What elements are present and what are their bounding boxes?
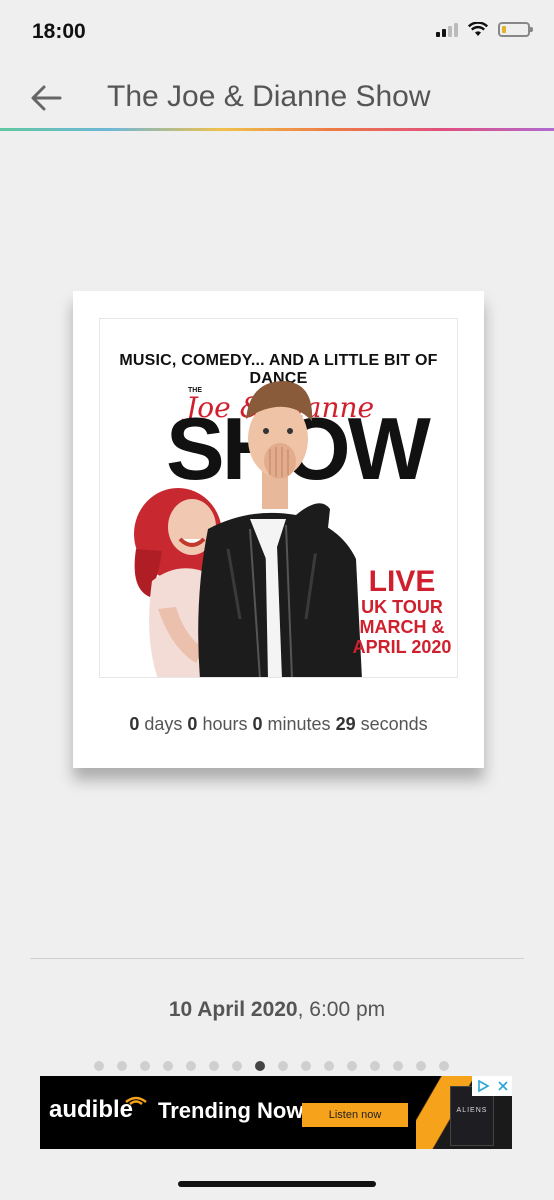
home-indicator[interactable] [178,1181,376,1187]
page-dot[interactable] [163,1061,173,1071]
page-dot[interactable] [439,1061,449,1071]
countdown-hours: 0 [187,714,198,734]
countdown-seconds-label: seconds [360,714,428,734]
page-dot[interactable] [278,1061,288,1071]
page-indicator[interactable] [94,1061,449,1071]
countdown-minutes-label: minutes [267,714,331,734]
poster-tour-line-2: MARCH & [359,617,445,637]
ad-choices-icon[interactable] [476,1079,490,1093]
audible-swoosh-icon [125,1096,147,1106]
status-time: 18:00 [32,20,86,43]
status-icons [436,22,533,37]
page-dot[interactable] [255,1061,265,1071]
app-header: The Joe & Dianne Show [0,66,554,130]
countdown-days: 0 [129,714,140,734]
ad-banner[interactable]: audible Trending Now Listen now ALIENS [40,1076,512,1149]
ad-brand-logo: audible [49,1096,134,1123]
event-poster: MUSIC, COMEDY... AND A LITTLE BIT OF DAN… [99,318,458,678]
close-icon[interactable] [497,1080,509,1092]
poster-live: LIVE [368,565,436,598]
countdown-hours-label: hours [202,714,248,734]
page-dot[interactable] [324,1061,334,1071]
signal-icon [436,22,458,37]
page-dot[interactable] [94,1061,104,1071]
poster-tour-info: LIVE UK TOUR MARCH & APRIL 2020 [352,565,452,658]
countdown-minutes: 0 [252,714,263,734]
poster-tour-line-3: APRIL 2020 [352,637,452,657]
page-title: The Joe & Dianne Show [107,80,431,113]
countdown: 0 days 0 hours 0 minutes 29 seconds [73,714,484,735]
page-dot[interactable] [186,1061,196,1071]
poster-tour-line-1: UK TOUR [361,597,443,617]
page-dot[interactable] [301,1061,311,1071]
status-bar: 18:00 [0,0,554,66]
ad-listen-button[interactable]: Listen now [302,1103,408,1127]
page-dot[interactable] [117,1061,127,1071]
countdown-seconds: 29 [335,714,356,734]
divider [30,958,524,959]
back-button[interactable] [26,80,66,116]
event-card[interactable]: MUSIC, COMEDY... AND A LITTLE BIT OF DAN… [73,291,484,768]
battery-icon [498,22,533,37]
page-dot[interactable] [416,1061,426,1071]
page-dot[interactable] [140,1061,150,1071]
header-accent-bar [0,128,554,131]
event-date-day: 10 April 2020 [168,998,298,1021]
wifi-icon [468,22,488,36]
ad-headline: Trending Now [158,1098,304,1123]
countdown-days-label: days [144,714,183,734]
ad-controls [472,1076,512,1096]
arrow-left-icon [31,85,62,111]
page-dot[interactable] [393,1061,403,1071]
ad-book-title: ALIENS [456,1107,488,1114]
event-date: 10 April 2020, 6:00 pm [0,998,554,1022]
event-date-time: , 6:00 pm [297,998,386,1021]
page-dot[interactable] [370,1061,380,1071]
page-dot[interactable] [347,1061,357,1071]
page-dot[interactable] [209,1061,219,1071]
page-dot[interactable] [232,1061,242,1071]
